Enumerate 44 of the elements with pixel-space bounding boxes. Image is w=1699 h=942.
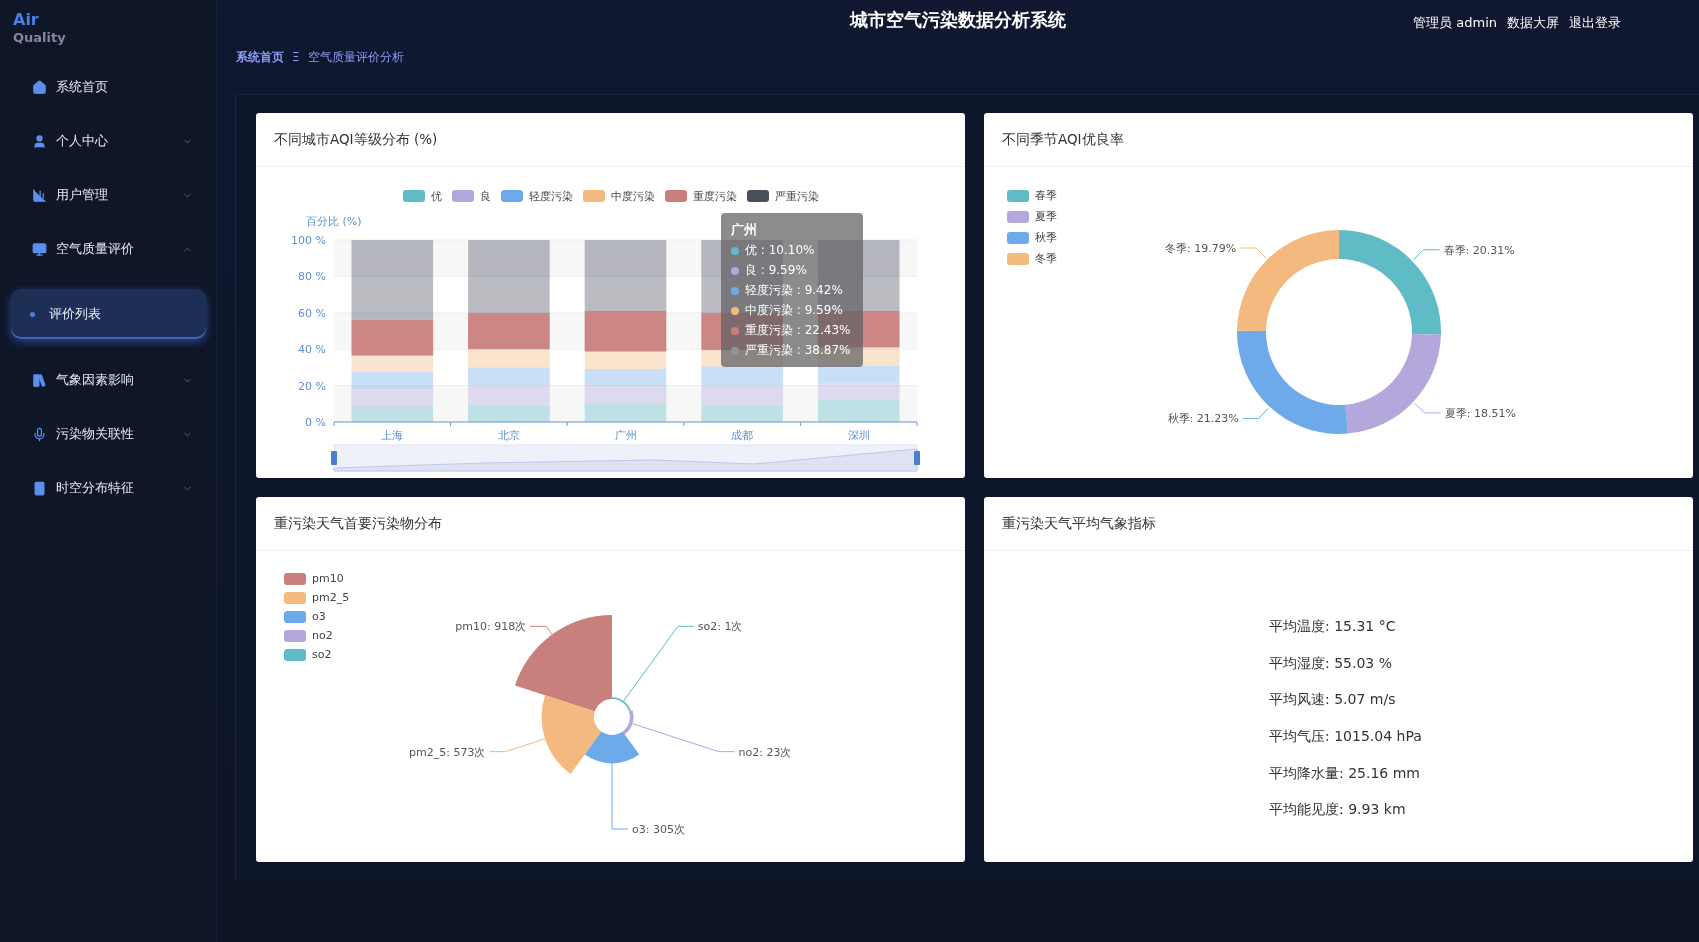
tooltip-text: 良 : 9.59%: [745, 262, 807, 279]
axis-label: 广州: [614, 429, 637, 442]
stat-line: 平均风速: 5.07 m/s: [1269, 690, 1397, 710]
tooltip-title: 广州: [731, 221, 758, 239]
page-title: 城市空气污染数据分析系统: [850, 8, 1066, 32]
breadcrumb-current: 空气质量评价分析: [307, 48, 404, 66]
tooltip-text: 中度污染 : 9.59%: [745, 302, 843, 319]
sector-label: pm10: 918次: [455, 620, 527, 634]
tooltip-text: 轻度污染 : 9.42%: [745, 282, 843, 299]
breadcrumb-separator: Ξ: [292, 50, 300, 64]
card-title: 不同季节AQI优良率: [984, 113, 1693, 167]
axis-label: 北京: [497, 429, 520, 442]
slice-label: 夏季: 18.51%: [1444, 406, 1516, 420]
tooltip-text: 严重污染 : 38.87%: [745, 342, 851, 359]
axis-label: 80 %: [298, 270, 326, 284]
slice-label: 秋季: 21.23%: [1167, 412, 1239, 426]
axis-label: 成都: [731, 429, 754, 442]
stat-line: 平均能见度: 9.93 km: [1269, 800, 1407, 820]
axis-label: 深圳: [847, 429, 870, 442]
card-title: 重污染天气平均气象指标: [984, 497, 1693, 551]
axis-label: 60 %: [298, 306, 326, 320]
tooltip-text: 重度污染 : 22.43%: [745, 322, 851, 339]
card-title: 重污染天气首要污染物分布: [256, 497, 965, 551]
stat-line: 平均降水量: 25.16 mm: [1269, 763, 1421, 783]
card-title: 不同城市AQI等级分布 (%): [256, 113, 965, 167]
slice-label: 春季: 20.31%: [1443, 243, 1515, 257]
sector-label: pm2_5: 573次: [409, 745, 486, 759]
axis-label: 0 %: [305, 416, 326, 429]
stat-line: 平均气压: 1015.04 hPa: [1269, 727, 1423, 747]
axis-label: 上海: [381, 429, 404, 442]
axis-label: 100 %: [291, 234, 326, 247]
stat-line: 平均湿度: 55.03 %: [1269, 653, 1393, 673]
slice-label: 冬季: 19.79%: [1164, 242, 1237, 255]
axis-label: 40 %: [298, 343, 326, 357]
axis-label: 20 %: [298, 379, 326, 393]
sector-label: so2: 1次: [697, 620, 743, 634]
user-name: 管理员 admin: [1413, 14, 1497, 32]
sector-label: o3: 305次: [632, 823, 685, 836]
tooltip-text: 优 : 10.10%: [745, 242, 815, 259]
logo-text: Quality: [13, 29, 66, 46]
stat-line: 平均温度: 15.31 °C: [1269, 617, 1397, 636]
sector-label: no2: 23次: [738, 745, 792, 759]
logo-text: Air: [13, 11, 39, 29]
axis-title: 百分比 (%): [306, 215, 362, 228]
